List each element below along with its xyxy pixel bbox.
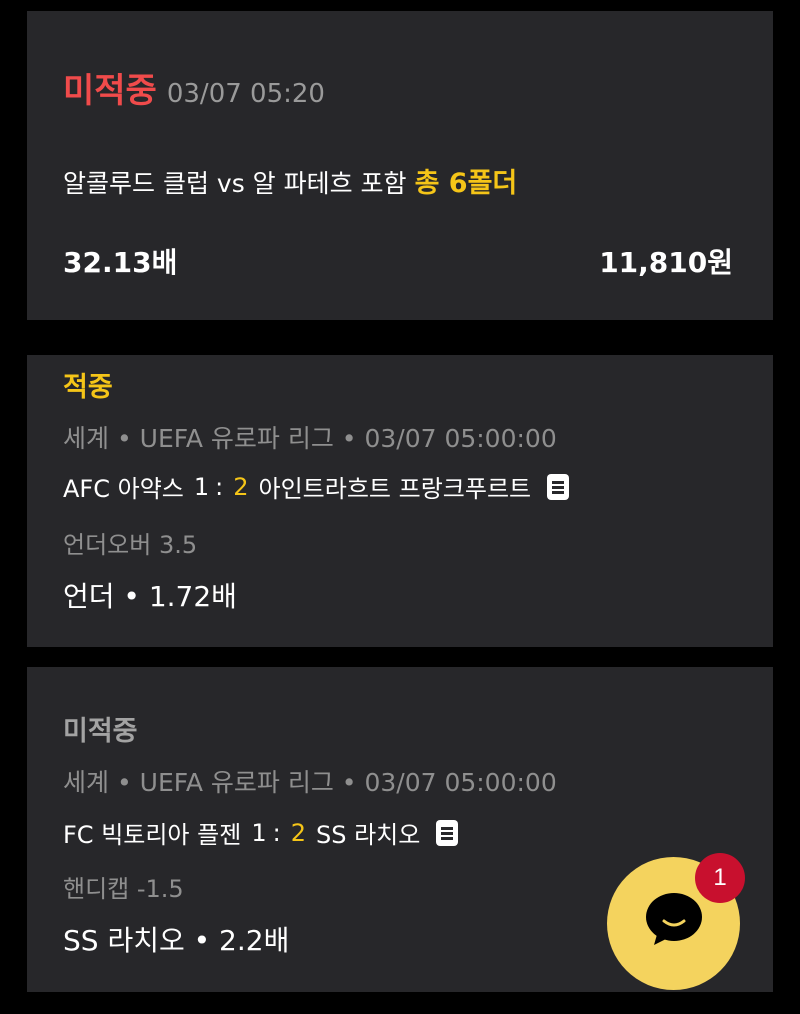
summary-title-row: 알콜루드 클럽 vs 알 파테흐 포함 총 6폴더 bbox=[63, 161, 517, 200]
folder-count: 총 6폴더 bbox=[414, 168, 518, 199]
home-team: FC 빅토리아 플젠 bbox=[63, 821, 242, 849]
score-separator: : bbox=[215, 472, 224, 501]
score-separator: : bbox=[272, 818, 281, 847]
match-detail-icon[interactable] bbox=[547, 473, 570, 500]
notification-badge: 1 bbox=[695, 853, 745, 903]
pick-market: 언더오버 3.5 bbox=[63, 531, 198, 559]
total-odds-row: 32.13배 bbox=[63, 241, 177, 281]
summary-title: 알콜루드 클럽 vs 알 파테흐 포함 bbox=[63, 169, 407, 198]
chat-bubble-icon bbox=[646, 893, 702, 945]
away-team: 아인트라흐트 프랑크푸르트 bbox=[258, 475, 532, 503]
home-score: 1 bbox=[251, 818, 267, 847]
summary-status: 미적중 bbox=[63, 71, 157, 111]
pick-selection: 언더 • 1.72배 bbox=[63, 580, 237, 613]
away-team: SS 라치오 bbox=[315, 821, 421, 849]
match-detail-icon[interactable] bbox=[436, 819, 459, 846]
pick-meta: 세계 • UEFA 유로파 리그 • 03/07 05:00:00 bbox=[63, 768, 557, 797]
total-odds: 32.13배 bbox=[63, 246, 178, 279]
pick-teams: FC 빅토리아 플젠 1 : 2 SS 라치오 bbox=[63, 815, 459, 850]
away-score: 2 bbox=[290, 818, 306, 847]
pick-teams: AFC 아약스 1 : 2 아인트라흐트 프랑크푸르트 bbox=[63, 469, 570, 504]
summary-timestamp: 03/07 05:20 bbox=[166, 79, 325, 109]
bet-summary-card[interactable]: 미적중 03/07 05:20 알콜루드 클럽 vs 알 파테흐 포함 총 6폴더 … bbox=[27, 11, 773, 320]
away-score: 2 bbox=[233, 472, 249, 501]
pick-market: 핸디캡 -1.5 bbox=[63, 875, 184, 903]
pick-meta: 세계 • UEFA 유로파 리그 • 03/07 05:00:00 bbox=[63, 424, 557, 453]
pick-card-1[interactable]: 적중 세계 • UEFA 유로파 리그 • 03/07 05:00:00 AFC… bbox=[27, 355, 773, 647]
pick-status: 적중 bbox=[63, 372, 113, 403]
pick-status: 미적중 bbox=[63, 716, 138, 747]
bet-amount: 11,810원 bbox=[599, 246, 733, 279]
summary-header: 미적중 03/07 05:20 bbox=[63, 63, 325, 112]
home-team: AFC 아약스 bbox=[63, 475, 184, 503]
pick-selection: SS 라치오 • 2.2배 bbox=[63, 924, 290, 957]
home-score: 1 bbox=[193, 472, 210, 501]
